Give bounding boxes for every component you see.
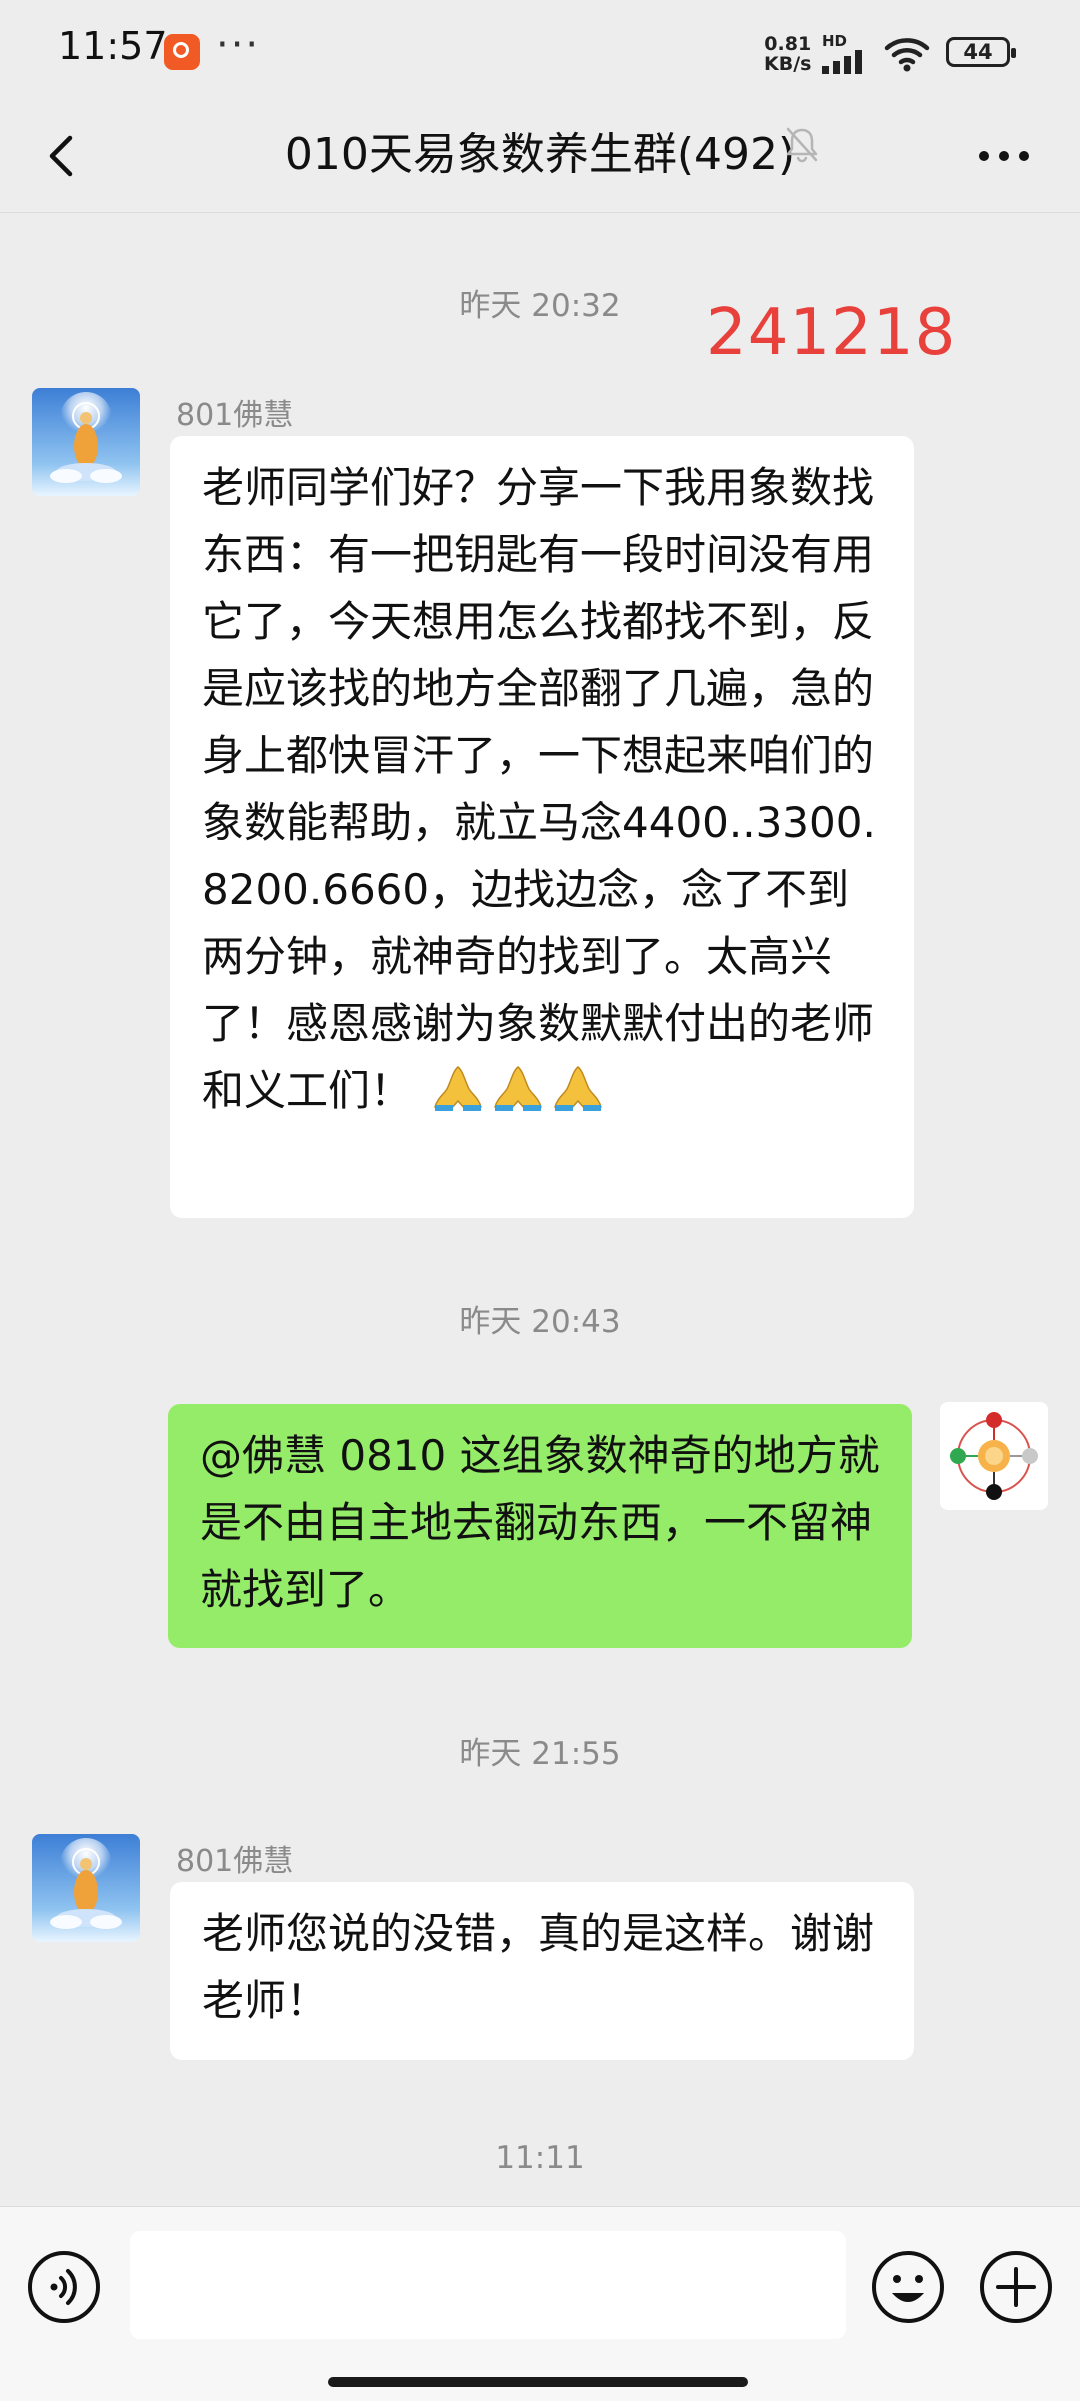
network-speed: 0.81 KB/s [764, 34, 811, 74]
avatar[interactable] [32, 388, 140, 496]
more-options-icon[interactable] [976, 148, 1032, 164]
group-title: 010天易象数养生群(492) [284, 129, 796, 180]
more-notifications-icon: ··· [216, 22, 261, 68]
message-text: @佛慧 0810 这组象数神奇的地方就是不由自主地去翻动东西，一不留神就找到了。 [200, 1431, 880, 1614]
avatar[interactable] [32, 1834, 140, 1942]
message-bubble[interactable]: 老师您说的没错，真的是这样。谢谢老师！ [170, 1882, 914, 2060]
home-indicator[interactable] [328, 2377, 748, 2387]
status-bar: 11:57 ··· 0.81 KB/s HD 44 [0, 0, 1080, 100]
voice-input-icon[interactable] [26, 2249, 102, 2325]
sender-name: 801佛慧 [176, 1844, 294, 1879]
status-time: 11:57 [58, 24, 168, 68]
praying-hands-emoji [434, 1066, 483, 1111]
elements-diagram-avatar-icon [940, 1402, 1048, 1510]
message-input[interactable] [130, 2231, 846, 2339]
app-notification-icon [164, 34, 200, 70]
hd-badge: HD [822, 32, 848, 50]
message-timestamp: 昨天 20:43 [459, 1304, 621, 1340]
signal-icon [822, 50, 862, 74]
buddha-avatar-icon [32, 1834, 140, 1942]
message-timestamp: 昨天 21:55 [459, 1736, 621, 1772]
avatar[interactable] [940, 1402, 1048, 1510]
praying-hands-emoji [494, 1066, 543, 1111]
plus-icon[interactable] [978, 2249, 1054, 2325]
mute-bell-icon [786, 127, 818, 163]
network-speed-unit: KB/s [764, 53, 812, 75]
annotation-number: 241218 [706, 296, 957, 370]
message-text: 老师同学们好？分享一下我用象数找东西：有一把钥匙有一段时间没有用它了，今天想用怎… [202, 463, 876, 1115]
praying-hands-emoji [554, 1066, 603, 1111]
message-text: 老师您说的没错，真的是这样。谢谢老师！ [202, 1909, 875, 2025]
wifi-icon [884, 38, 930, 72]
message-bubble[interactable]: @佛慧 0810 这组象数神奇的地方就是不由自主地去翻动东西，一不留神就找到了。 [168, 1404, 912, 1648]
message-timestamp: 11:11 [495, 2140, 585, 2176]
battery-icon: 44 [946, 37, 1016, 67]
message-bubble[interactable]: 老师同学们好？分享一下我用象数找东西：有一把钥匙有一段时间没有用它了，今天想用怎… [170, 436, 914, 1218]
input-bar [0, 2206, 1080, 2401]
chat-header: 010天易象数养生群(492) [0, 100, 1080, 213]
sender-name: 801佛慧 [176, 398, 294, 433]
buddha-avatar-icon [32, 388, 140, 496]
emoji-icon[interactable] [870, 2249, 946, 2325]
network-speed-value: 0.81 [764, 33, 812, 55]
